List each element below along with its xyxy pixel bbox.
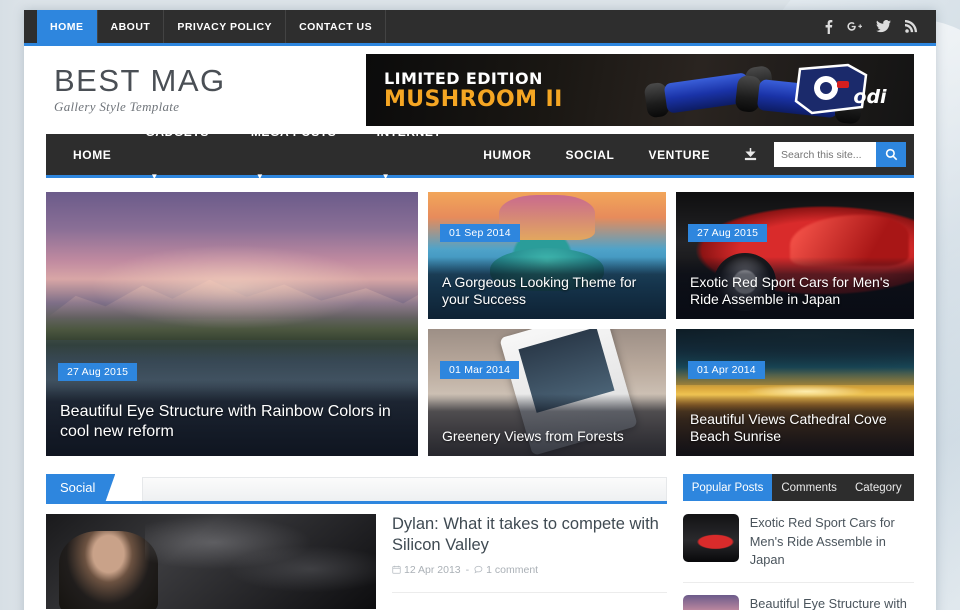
post-list-item[interactable]: Dylan: What it takes to compete with Sil…: [46, 514, 667, 610]
post-meta-separator: -: [465, 563, 470, 576]
featured-tile-theme[interactable]: 01 Sep 2014 A Gorgeous Looking Theme for…: [428, 192, 666, 319]
featured-tile-cars[interactable]: 27 Aug 2015 Exotic Red Sport Cars for Me…: [676, 192, 914, 319]
sidebar-tab-list: Popular Posts Comments Category: [682, 474, 914, 501]
content-area: Social Dylan: What it takes to compete w…: [24, 456, 936, 610]
featured-tile-sunrise[interactable]: 01 Apr 2014 Beautiful Views Cathedral Co…: [676, 329, 914, 456]
nav-item-internet[interactable]: INTERNET▼: [360, 110, 467, 199]
main-column: Social Dylan: What it takes to compete w…: [46, 473, 667, 610]
banner-line-2: MUSHROOM II: [384, 86, 563, 112]
post-comments-meta: 1 comment: [474, 564, 538, 576]
sidebar: Popular Posts Comments Category Exotic R…: [682, 474, 914, 610]
banner-text-block: LIMITED EDITION MUSHROOM II: [366, 69, 563, 111]
popular-posts-list: Exotic Red Sport Cars for Men's Ride Ass…: [682, 501, 914, 610]
page-container: HOME ABOUT PRIVACY POLICY CONTACT US BES…: [24, 10, 936, 610]
tab-category[interactable]: Category: [846, 474, 911, 501]
featured-tile-sunrise-date: 01 Apr 2014: [688, 361, 765, 379]
post-meta: 12 Apr 2013 - 1 comment: [392, 564, 667, 576]
site-brand[interactable]: BEST MAG Gallery Style Template: [54, 62, 354, 116]
sidebar-list-item[interactable]: Beautiful Eye Structure with: [682, 583, 914, 610]
tab-popular-posts[interactable]: Popular Posts: [682, 474, 773, 501]
featured-tile-forests[interactable]: 01 Mar 2014 Greenery Views from Forests: [428, 329, 666, 456]
social-section-header: Social: [46, 473, 667, 504]
topnav-item-home[interactable]: HOME: [37, 10, 98, 43]
search-form: [774, 142, 907, 167]
featured-tile-theme-title: A Gorgeous Looking Theme for your Succes…: [442, 273, 637, 308]
nav-item-mega-posts[interactable]: MEGA POSTS▼: [234, 110, 360, 199]
rss-icon[interactable]: [905, 20, 918, 33]
nav-label-venture: VENTURE: [648, 147, 711, 162]
featured-tile-forests-date: 01 Mar 2014: [440, 361, 520, 379]
search-input[interactable]: [774, 142, 877, 167]
section-title-social[interactable]: Social: [46, 473, 116, 501]
nav-label-mega-posts: MEGA POSTS: [250, 125, 337, 140]
featured-main-title: Beautiful Eye Structure with Rainbow Col…: [60, 402, 391, 440]
facebook-icon[interactable]: [824, 19, 833, 34]
nav-label-home: HOME: [73, 147, 112, 162]
download-icon[interactable]: [727, 147, 774, 162]
post-body: Dylan: What it takes to compete with Sil…: [392, 514, 667, 610]
post-comments-text: 1 comment: [486, 563, 539, 576]
odi-brand-logo-icon: odi: [794, 63, 887, 115]
topnav-item-contact-us[interactable]: CONTACT US: [286, 10, 387, 43]
nav-item-venture[interactable]: VENTURE: [631, 133, 727, 177]
nav-label-gadgets: GADGETS: [145, 125, 209, 140]
search-button[interactable]: [876, 142, 907, 167]
featured-tile-forests-title: Greenery Views from Forests: [442, 428, 624, 445]
topnav-item-about[interactable]: ABOUT: [98, 10, 165, 43]
post-date-text: 12 Apr 2013: [404, 563, 461, 576]
featured-tile-theme-date: 01 Sep 2014: [440, 224, 520, 242]
nav-label-internet: INTERNET: [376, 125, 442, 140]
section-header-strip: [142, 477, 667, 501]
sidebar-item-title[interactable]: Exotic Red Sport Cars for Men's Ride Ass…: [750, 514, 914, 570]
topnav-item-privacy-policy[interactable]: PRIVACY POLICY: [164, 10, 287, 43]
nav-item-home[interactable]: HOME: [56, 133, 128, 177]
tab-comments[interactable]: Comments: [772, 474, 846, 501]
banner-line-1: LIMITED EDITION: [384, 68, 543, 88]
featured-main-date: 27 Aug 2015: [58, 363, 138, 381]
nav-item-gadgets[interactable]: GADGETS▼: [128, 110, 233, 199]
featured-tile-sunrise-title: Beautiful Views Cathedral Cove Beach Sun…: [690, 410, 887, 445]
featured-main-tile[interactable]: 27 Aug 2015 Beautiful Eye Structure with…: [46, 192, 418, 456]
post-divider: [392, 591, 667, 593]
nav-label-humor: HUMOR: [483, 147, 532, 162]
twitter-icon[interactable]: [876, 20, 891, 33]
google-plus-icon[interactable]: [847, 19, 862, 34]
featured-tile-forests-overlay: [428, 394, 666, 456]
post-title[interactable]: Dylan: What it takes to compete with Sil…: [392, 514, 667, 557]
sidebar-list-item[interactable]: Exotic Red Sport Cars for Men's Ride Ass…: [682, 501, 914, 583]
nav-item-humor[interactable]: HUMOR: [466, 133, 548, 177]
svg-text:odi: odi: [853, 86, 887, 108]
site-logo-text: BEST MAG: [54, 62, 226, 98]
featured-tile-cars-title: Exotic Red Sport Cars for Men's Ride Ass…: [690, 273, 890, 308]
main-navigation: HOME GADGETS▼ MEGA POSTS▼ INTERNET▼ HUMO…: [46, 125, 914, 181]
post-thumbnail-image: [46, 514, 376, 609]
top-navigation: HOME ABOUT PRIVACY POLICY CONTACT US: [37, 10, 387, 43]
nav-label-social: SOCIAL: [565, 147, 615, 162]
featured-posts-grid: 27 Aug 2015 Beautiful Eye Structure with…: [24, 178, 936, 456]
topbar-left-edge: [24, 10, 37, 43]
social-icon-list: [824, 10, 936, 43]
featured-column-2: 27 Aug 2015 Exotic Red Sport Cars for Me…: [676, 192, 914, 456]
post-date-meta: 12 Apr 2013: [392, 564, 461, 576]
post-thumbnail[interactable]: [46, 514, 376, 609]
featured-tile-cars-date: 27 Aug 2015: [688, 224, 768, 242]
sidebar-item-thumbnail: [682, 594, 739, 610]
calendar-icon: [392, 566, 401, 574]
section-header-underline: [46, 501, 667, 504]
sidebar-item-title[interactable]: Beautiful Eye Structure with: [750, 595, 907, 610]
post-title-next[interactable]: North Korea training teams of cyber: [392, 605, 667, 610]
comment-bubble-icon: [474, 566, 483, 574]
sidebar-item-thumbnail: [682, 514, 739, 562]
nav-item-social[interactable]: SOCIAL: [549, 133, 632, 177]
top-bar: HOME ABOUT PRIVACY POLICY CONTACT US: [24, 10, 936, 46]
featured-column-1: 01 Sep 2014 A Gorgeous Looking Theme for…: [428, 192, 666, 456]
